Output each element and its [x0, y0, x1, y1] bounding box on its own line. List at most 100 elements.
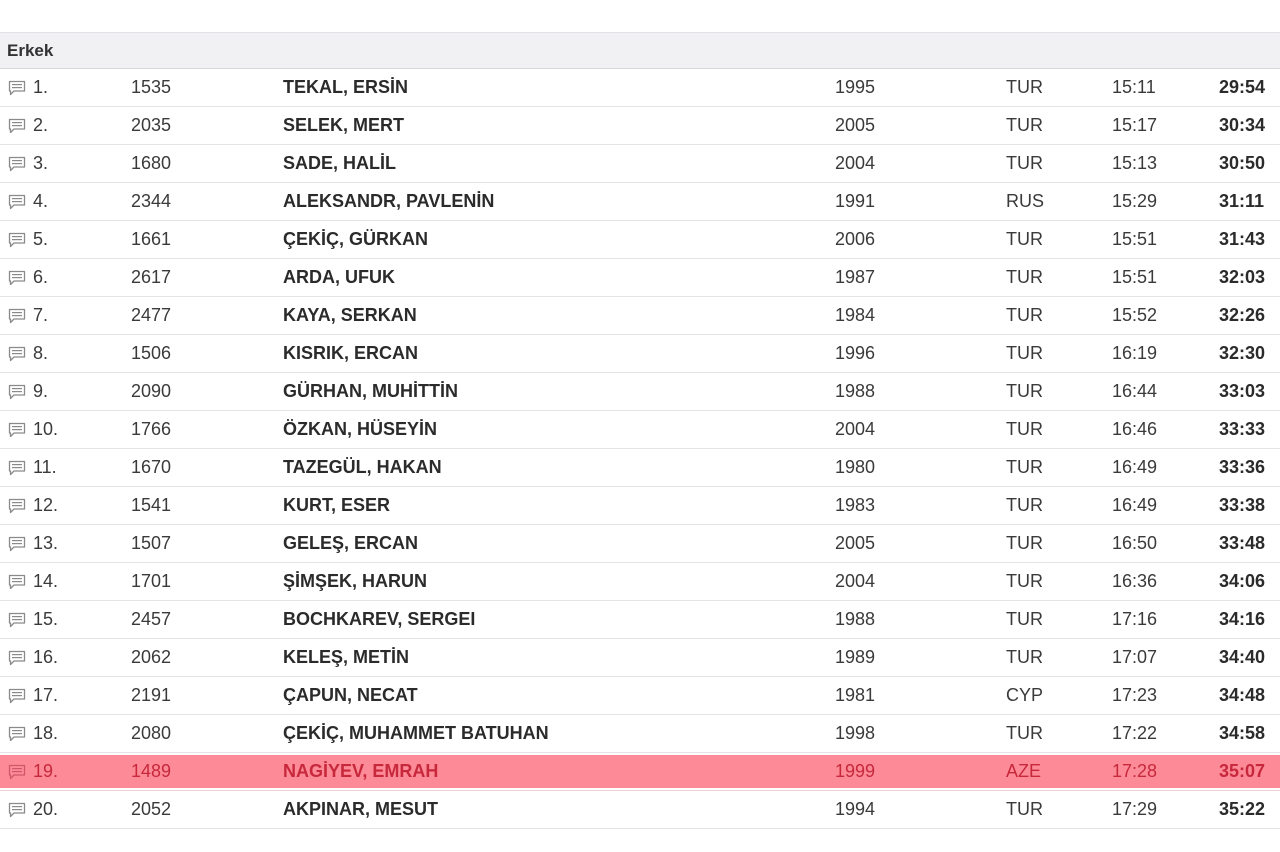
finish-time-cell: 33:38 [1219, 495, 1266, 515]
split-time-cell: 17:28 [1112, 761, 1158, 781]
finish-time-cell: 30:34 [1219, 115, 1266, 135]
athlete-name-cell[interactable]: SELEK, MERT [283, 107, 404, 144]
result-row[interactable]: 2. 2035 SELEK, MERT 2005 TUR 15:17 30:34 [0, 107, 1280, 145]
athlete-name-cell[interactable]: ÇEKİÇ, GÜRKAN [283, 221, 428, 258]
rank-cell: 5. [33, 229, 49, 249]
bib-cell: 1507 [131, 533, 172, 553]
result-row[interactable]: 13. 1507 GELEŞ, ERCAN 2005 TUR 16:50 33:… [0, 525, 1280, 563]
comment-icon[interactable] [8, 563, 28, 600]
athlete-name-cell[interactable]: ÇEKİÇ, MUHAMMET BATUHAN [283, 715, 549, 752]
split-time-cell: 15:51 [1112, 229, 1158, 249]
athlete-name-cell[interactable]: ÖZKAN, HÜSEYİN [283, 411, 437, 448]
result-row[interactable]: 12. 1541 KURT, ESER 1983 TUR 16:49 33:38 [0, 487, 1280, 525]
split-time-cell: 16:49 [1112, 495, 1158, 515]
result-row[interactable]: 16. 2062 KELEŞ, METİN 1989 TUR 17:07 34:… [0, 639, 1280, 677]
comment-icon[interactable] [8, 715, 28, 752]
result-row[interactable]: 8. 1506 KISRIK, ERCAN 1996 TUR 16:19 32:… [0, 335, 1280, 373]
nationality-cell: TUR [1006, 495, 1043, 515]
result-row[interactable]: 6. 2617 ARDA, UFUK 1987 TUR 15:51 32:03 [0, 259, 1280, 297]
athlete-name-cell[interactable]: KURT, ESER [283, 487, 390, 524]
comment-icon[interactable] [8, 373, 28, 410]
split-time-cell: 15:29 [1112, 191, 1158, 211]
bib-cell: 2052 [131, 799, 172, 819]
bib-cell: 2080 [131, 723, 172, 743]
comment-icon[interactable] [8, 411, 28, 448]
athlete-name-cell[interactable]: GELEŞ, ERCAN [283, 525, 418, 562]
athlete-name-cell[interactable]: NAGİYEV, EMRAH [283, 753, 438, 790]
comment-icon[interactable] [8, 259, 28, 296]
split-time-cell: 15:13 [1112, 153, 1158, 173]
result-row-highlighted[interactable]: 19. 1489 NAGİYEV, EMRAH 1999 AZE 17:28 3… [0, 753, 1280, 791]
result-row[interactable]: 1. 1535 TEKAL, ERSİN 1995 TUR 15:11 29:5… [0, 69, 1280, 107]
rank-cell: 10. [33, 419, 59, 439]
athlete-name-cell[interactable]: ÇAPUN, NECAT [283, 677, 418, 714]
bib-cell: 2035 [131, 115, 172, 135]
comment-icon[interactable] [8, 601, 28, 638]
result-row[interactable]: 7. 2477 KAYA, SERKAN 1984 TUR 15:52 32:2… [0, 297, 1280, 335]
finish-time-cell: 33:33 [1219, 419, 1266, 439]
birth-year-cell: 1998 [835, 723, 876, 743]
comment-icon[interactable] [8, 791, 28, 828]
split-time-cell: 15:51 [1112, 267, 1158, 287]
bib-cell: 2062 [131, 647, 172, 667]
birth-year-cell: 1987 [835, 267, 876, 287]
athlete-name-cell[interactable]: ŞİMŞEK, HARUN [283, 563, 427, 600]
comment-icon[interactable] [8, 335, 28, 372]
comment-icon[interactable] [8, 145, 28, 182]
result-row[interactable]: 11. 1670 TAZEGÜL, HAKAN 1980 TUR 16:49 3… [0, 449, 1280, 487]
bib-cell: 1661 [131, 229, 172, 249]
result-row[interactable]: 5. 1661 ÇEKİÇ, GÜRKAN 2006 TUR 15:51 31:… [0, 221, 1280, 259]
results-rows: 1. 1535 TEKAL, ERSİN 1995 TUR 15:11 29:5… [0, 69, 1280, 829]
split-time-cell: 17:22 [1112, 723, 1158, 743]
birth-year-cell: 1981 [835, 685, 876, 705]
nationality-cell: TUR [1006, 647, 1043, 667]
comment-icon[interactable] [8, 639, 28, 676]
result-row[interactable]: 18. 2080 ÇEKİÇ, MUHAMMET BATUHAN 1998 TU… [0, 715, 1280, 753]
result-row[interactable]: 14. 1701 ŞİMŞEK, HARUN 2004 TUR 16:36 34… [0, 563, 1280, 601]
rank-cell: 20. [33, 799, 59, 819]
athlete-name-cell[interactable]: GÜRHAN, MUHİTTİN [283, 373, 458, 410]
finish-time-cell: 35:07 [1219, 761, 1266, 781]
athlete-name-cell[interactable]: KISRIK, ERCAN [283, 335, 418, 372]
rank-cell: 2. [33, 115, 49, 135]
comment-icon[interactable] [8, 449, 28, 486]
rank-cell: 18. [33, 723, 59, 743]
athlete-name-cell[interactable]: TAZEGÜL, HAKAN [283, 449, 442, 486]
split-time-cell: 15:52 [1112, 305, 1158, 325]
split-time-cell: 16:49 [1112, 457, 1158, 477]
comment-icon[interactable] [8, 487, 28, 524]
rank-cell: 4. [33, 191, 49, 211]
athlete-name-cell[interactable]: ARDA, UFUK [283, 259, 395, 296]
athlete-name-cell[interactable]: ALEKSANDR, PAVLENİN [283, 183, 494, 220]
athlete-name-cell[interactable]: KELEŞ, METİN [283, 639, 409, 676]
athlete-name-cell[interactable]: AKPINAR, MESUT [283, 791, 438, 828]
result-row[interactable]: 3. 1680 SADE, HALİL 2004 TUR 15:13 30:50 [0, 145, 1280, 183]
comment-icon[interactable] [8, 221, 28, 258]
athlete-name-cell[interactable]: KAYA, SERKAN [283, 297, 417, 334]
result-row[interactable]: 17. 2191 ÇAPUN, NECAT 1981 CYP 17:23 34:… [0, 677, 1280, 715]
comment-icon[interactable] [8, 677, 28, 714]
athlete-name-cell[interactable]: SADE, HALİL [283, 145, 396, 182]
result-row[interactable]: 10. 1766 ÖZKAN, HÜSEYİN 2004 TUR 16:46 3… [0, 411, 1280, 449]
birth-year-cell: 1984 [835, 305, 876, 325]
athlete-name-cell[interactable]: TEKAL, ERSİN [283, 69, 408, 106]
result-row[interactable]: 15. 2457 BOCHKAREV, SERGEI 1988 TUR 17:1… [0, 601, 1280, 639]
split-time-cell: 15:11 [1112, 77, 1156, 97]
nationality-cell: TUR [1006, 77, 1043, 97]
result-row[interactable]: 4. 2344 ALEKSANDR, PAVLENİN 1991 RUS 15:… [0, 183, 1280, 221]
comment-icon[interactable] [8, 297, 28, 334]
rank-cell: 15. [33, 609, 59, 629]
comment-icon[interactable] [8, 525, 28, 562]
comment-icon[interactable] [8, 753, 28, 790]
comment-icon[interactable] [8, 183, 28, 220]
finish-time-cell: 33:48 [1219, 533, 1266, 553]
rank-cell: 8. [33, 343, 49, 363]
comment-icon[interactable] [8, 107, 28, 144]
athlete-name-cell[interactable]: BOCHKAREV, SERGEI [283, 601, 475, 638]
result-row[interactable]: 20. 2052 AKPINAR, MESUT 1994 TUR 17:29 3… [0, 791, 1280, 829]
nationality-cell: TUR [1006, 799, 1043, 819]
rank-cell: 6. [33, 267, 49, 287]
result-row[interactable]: 9. 2090 GÜRHAN, MUHİTTİN 1988 TUR 16:44 … [0, 373, 1280, 411]
comment-icon[interactable] [8, 69, 28, 106]
finish-time-cell: 31:11 [1219, 191, 1265, 211]
